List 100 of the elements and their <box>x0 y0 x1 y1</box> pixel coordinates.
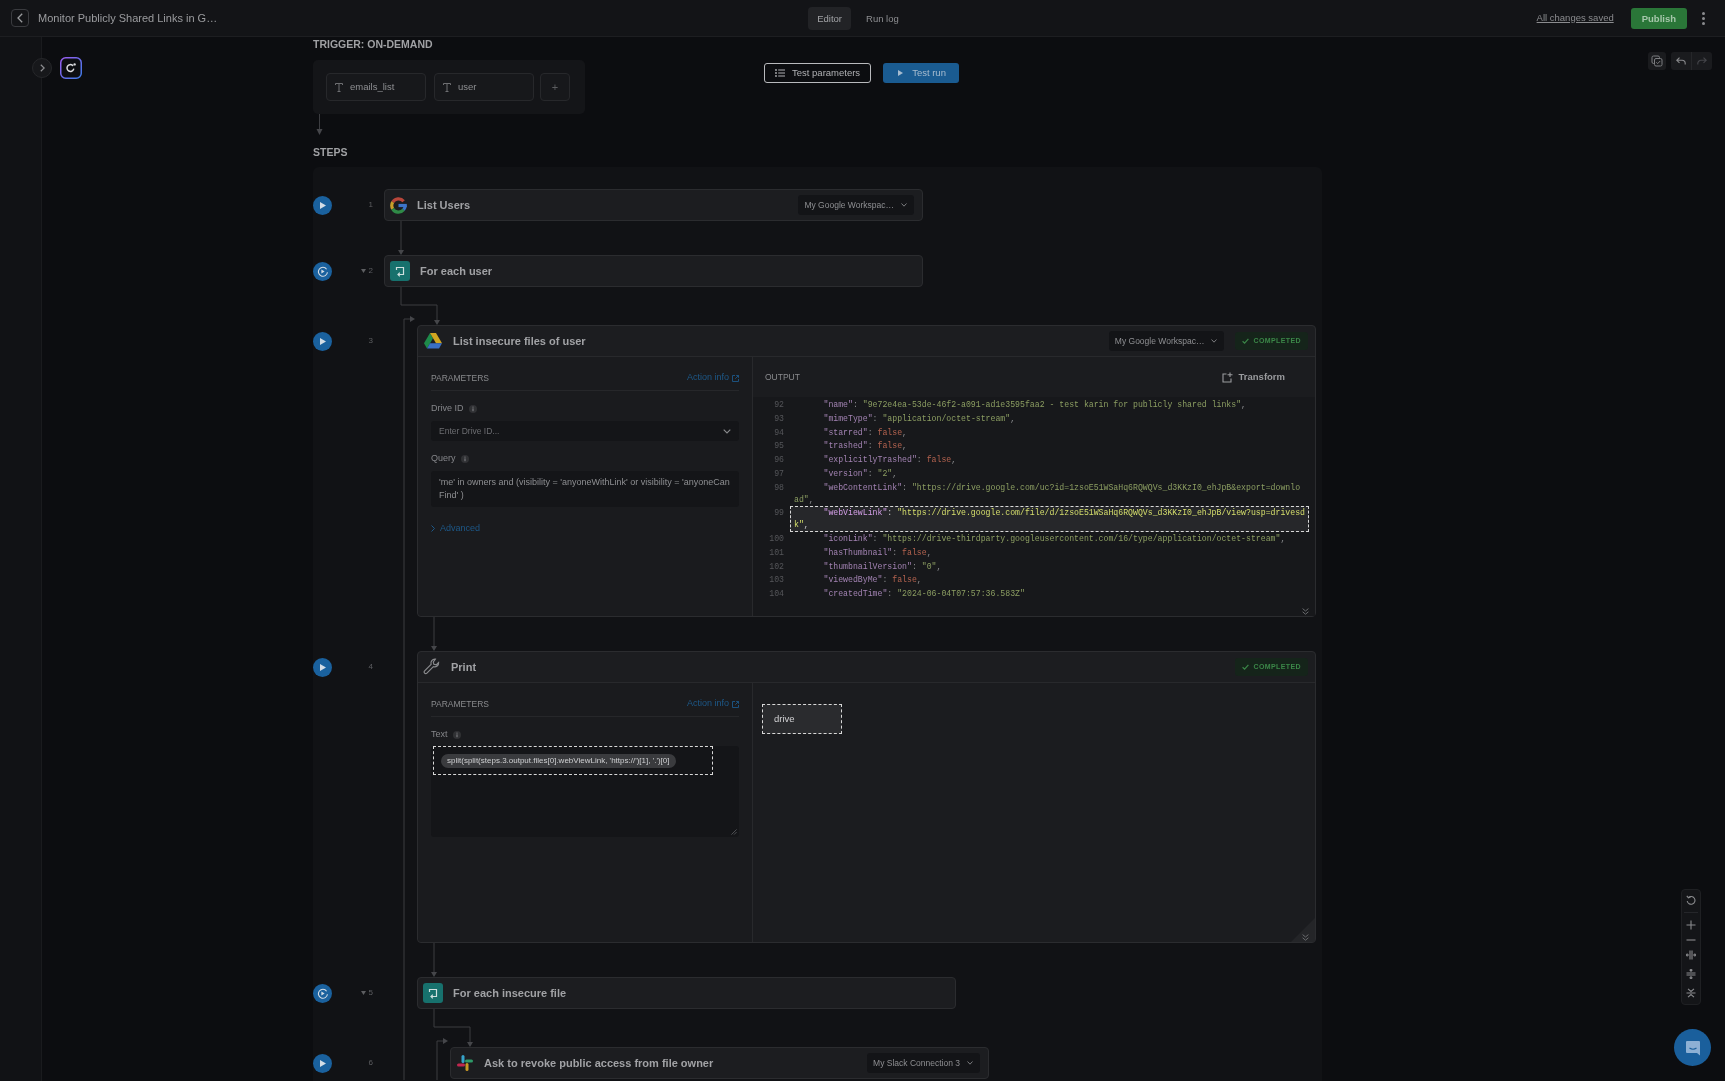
text-area-field[interactable]: 'me' in owners and (visibility = 'anyoneWithLink' or visibility = 'anyoneCanFind' ) <box>431 471 739 507</box>
chevron-down-icon[interactable] <box>723 429 731 434</box>
caret-down-icon <box>901 203 907 207</box>
section-heading: OUTPUT <box>765 371 800 384</box>
connection-dropdown[interactable]: My Google Workspac… <box>798 195 914 215</box>
info-icon <box>460 455 469 463</box>
run-step-button[interactable] <box>313 331 332 351</box>
sidebar-toggle-button[interactable] <box>32 58 52 78</box>
step-number: 6 <box>368 1058 373 1068</box>
google-g-icon <box>390 196 407 214</box>
run-step-button[interactable] <box>313 195 332 215</box>
parameter-chip[interactable]: user <box>434 73 534 101</box>
slack-hash-icon <box>456 1054 474 1072</box>
undo-icon[interactable] <box>1676 57 1686 65</box>
text-type-icon <box>443 82 451 92</box>
repeat-play-icon <box>317 265 328 277</box>
copy-icon[interactable] <box>1648 52 1666 70</box>
chevron-left-icon <box>17 13 23 23</box>
line-number: 101 <box>768 546 784 559</box>
test-run-button[interactable]: Test run <box>883 63 959 83</box>
run-step-button[interactable] <box>313 1053 332 1073</box>
play-icon <box>319 201 326 209</box>
drive-triangle-icon <box>423 332 443 350</box>
reset-view-icon[interactable] <box>1686 895 1696 905</box>
double-chevron-down-icon[interactable] <box>1302 934 1309 941</box>
code-line: "createdTime": "2024-06-04T07:57:36.583Z" <box>822 588 1026 601</box>
double-chevron-down-icon[interactable] <box>1302 608 1309 615</box>
more-icon[interactable] <box>1702 11 1705 25</box>
caret-icon[interactable] <box>360 991 366 995</box>
step-number: 4 <box>368 662 373 672</box>
connector-arrow <box>431 616 437 651</box>
step-card[interactable] <box>417 325 1316 617</box>
resize-handle-icon[interactable] <box>731 829 737 835</box>
collapse-icon[interactable] <box>1686 988 1696 998</box>
step-number: 2 <box>368 266 373 276</box>
view-tab[interactable]: Editor <box>808 6 852 30</box>
play-icon <box>319 663 326 671</box>
code-line: "webContentLink": "https://drive.google.com/uc?id=1zsoE51WSaHq6RQWQVs_d3KKzI0_ehJpB&export=download", <box>793 481 1302 506</box>
step-card[interactable]: Ask to revoke public access from file owner My Slack Connection 3 <box>450 1047 989 1079</box>
test-parameters-button[interactable]: Test parameters <box>764 63 872 83</box>
info-icon <box>452 731 461 739</box>
field-label: Drive ID <box>431 402 464 416</box>
transform-button[interactable]: Transform <box>1221 369 1285 385</box>
save-status-link[interactable]: All changes saved <box>1536 10 1614 26</box>
expression-chip: split(split(steps.3.output.files[0].webViewLink, 'https://')[1], '.')[0] <box>441 753 676 768</box>
step-title: List Users <box>417 197 471 213</box>
run-step-button[interactable] <box>313 983 332 1003</box>
connector-arrow <box>431 942 437 977</box>
code-line: "version": "2", <box>822 468 899 480</box>
code-line: "starred": false, <box>822 426 909 439</box>
connector-arrow <box>316 114 323 135</box>
parameter-chip[interactable]: emails_list <box>326 73 426 101</box>
step-title: Ask to revoke public access from file owner <box>484 1055 714 1071</box>
assistant-icon[interactable] <box>60 57 82 79</box>
expression-field[interactable]: split(split(steps.3.output.files[0].webViewLink, 'https://')[1], '.')[0] <box>431 746 739 837</box>
play-icon <box>898 70 904 76</box>
run-step-button[interactable] <box>313 261 332 281</box>
step-card[interactable]: For each insecure file <box>417 977 956 1009</box>
field-label: Text <box>431 728 448 742</box>
loop-icon <box>423 983 443 1003</box>
fit-height-icon[interactable] <box>1686 969 1696 979</box>
connection-dropdown[interactable]: My Slack Connection 3 <box>867 1053 980 1073</box>
section-heading: PARAMETERS <box>431 372 489 385</box>
step-title: Print <box>451 659 477 675</box>
code-line: "name": "9e72e4ea-53de-46f2-a091-ad1e3595faa2 - test karin for publicly shared links", <box>822 399 1248 411</box>
zoom-in-icon[interactable] <box>1686 920 1696 930</box>
connector-arrow <box>433 1008 473 1047</box>
code-line: "hasThumbnail": false, <box>822 546 933 559</box>
publish-button[interactable]: Publish <box>1630 7 1687 29</box>
select-field[interactable]: Enter Drive ID... <box>431 421 739 441</box>
step-title: List insecure files of user <box>453 333 586 349</box>
line-number: 100 <box>768 532 784 545</box>
section-heading: STEPS <box>313 145 349 159</box>
play-icon <box>319 337 326 345</box>
list-icon <box>775 69 785 77</box>
section-heading: TRIGGER: ON-DEMAND <box>313 37 434 51</box>
caret-down-icon <box>967 1061 973 1065</box>
fit-width-icon[interactable] <box>1686 950 1696 960</box>
step-title: For each insecure file <box>453 985 567 1001</box>
repeat-play-icon <box>317 987 328 999</box>
check-icon <box>1242 664 1250 670</box>
caret-icon[interactable] <box>360 269 366 273</box>
loop-back-arrow <box>436 1038 448 1081</box>
chat-icon <box>1684 1039 1701 1056</box>
connection-dropdown[interactable]: My Google Workspac… <box>1108 331 1225 351</box>
step-number: 5 <box>368 988 373 998</box>
workflow-title: Monitor Publicly Shared Links in G… <box>38 10 218 26</box>
view-tab[interactable]: Run log <box>857 6 908 30</box>
text-type-icon <box>335 82 343 92</box>
wrench-icon <box>423 658 441 676</box>
back-button[interactable] <box>11 9 29 27</box>
code-line: "iconLink": "https://drive-thirdparty.googleusercontent.com/16/type/application/octet-stream", <box>822 532 1287 545</box>
chat-button[interactable] <box>1674 1029 1711 1066</box>
loop-icon <box>390 261 410 281</box>
step-number: 1 <box>368 200 373 210</box>
play-icon <box>319 1059 326 1067</box>
step-card[interactable]: List Users My Google Workspac… <box>384 189 923 221</box>
step-card[interactable]: For each user <box>384 255 923 287</box>
code-line: "viewedByMe": false, <box>822 574 923 587</box>
run-step-button[interactable] <box>313 657 332 677</box>
